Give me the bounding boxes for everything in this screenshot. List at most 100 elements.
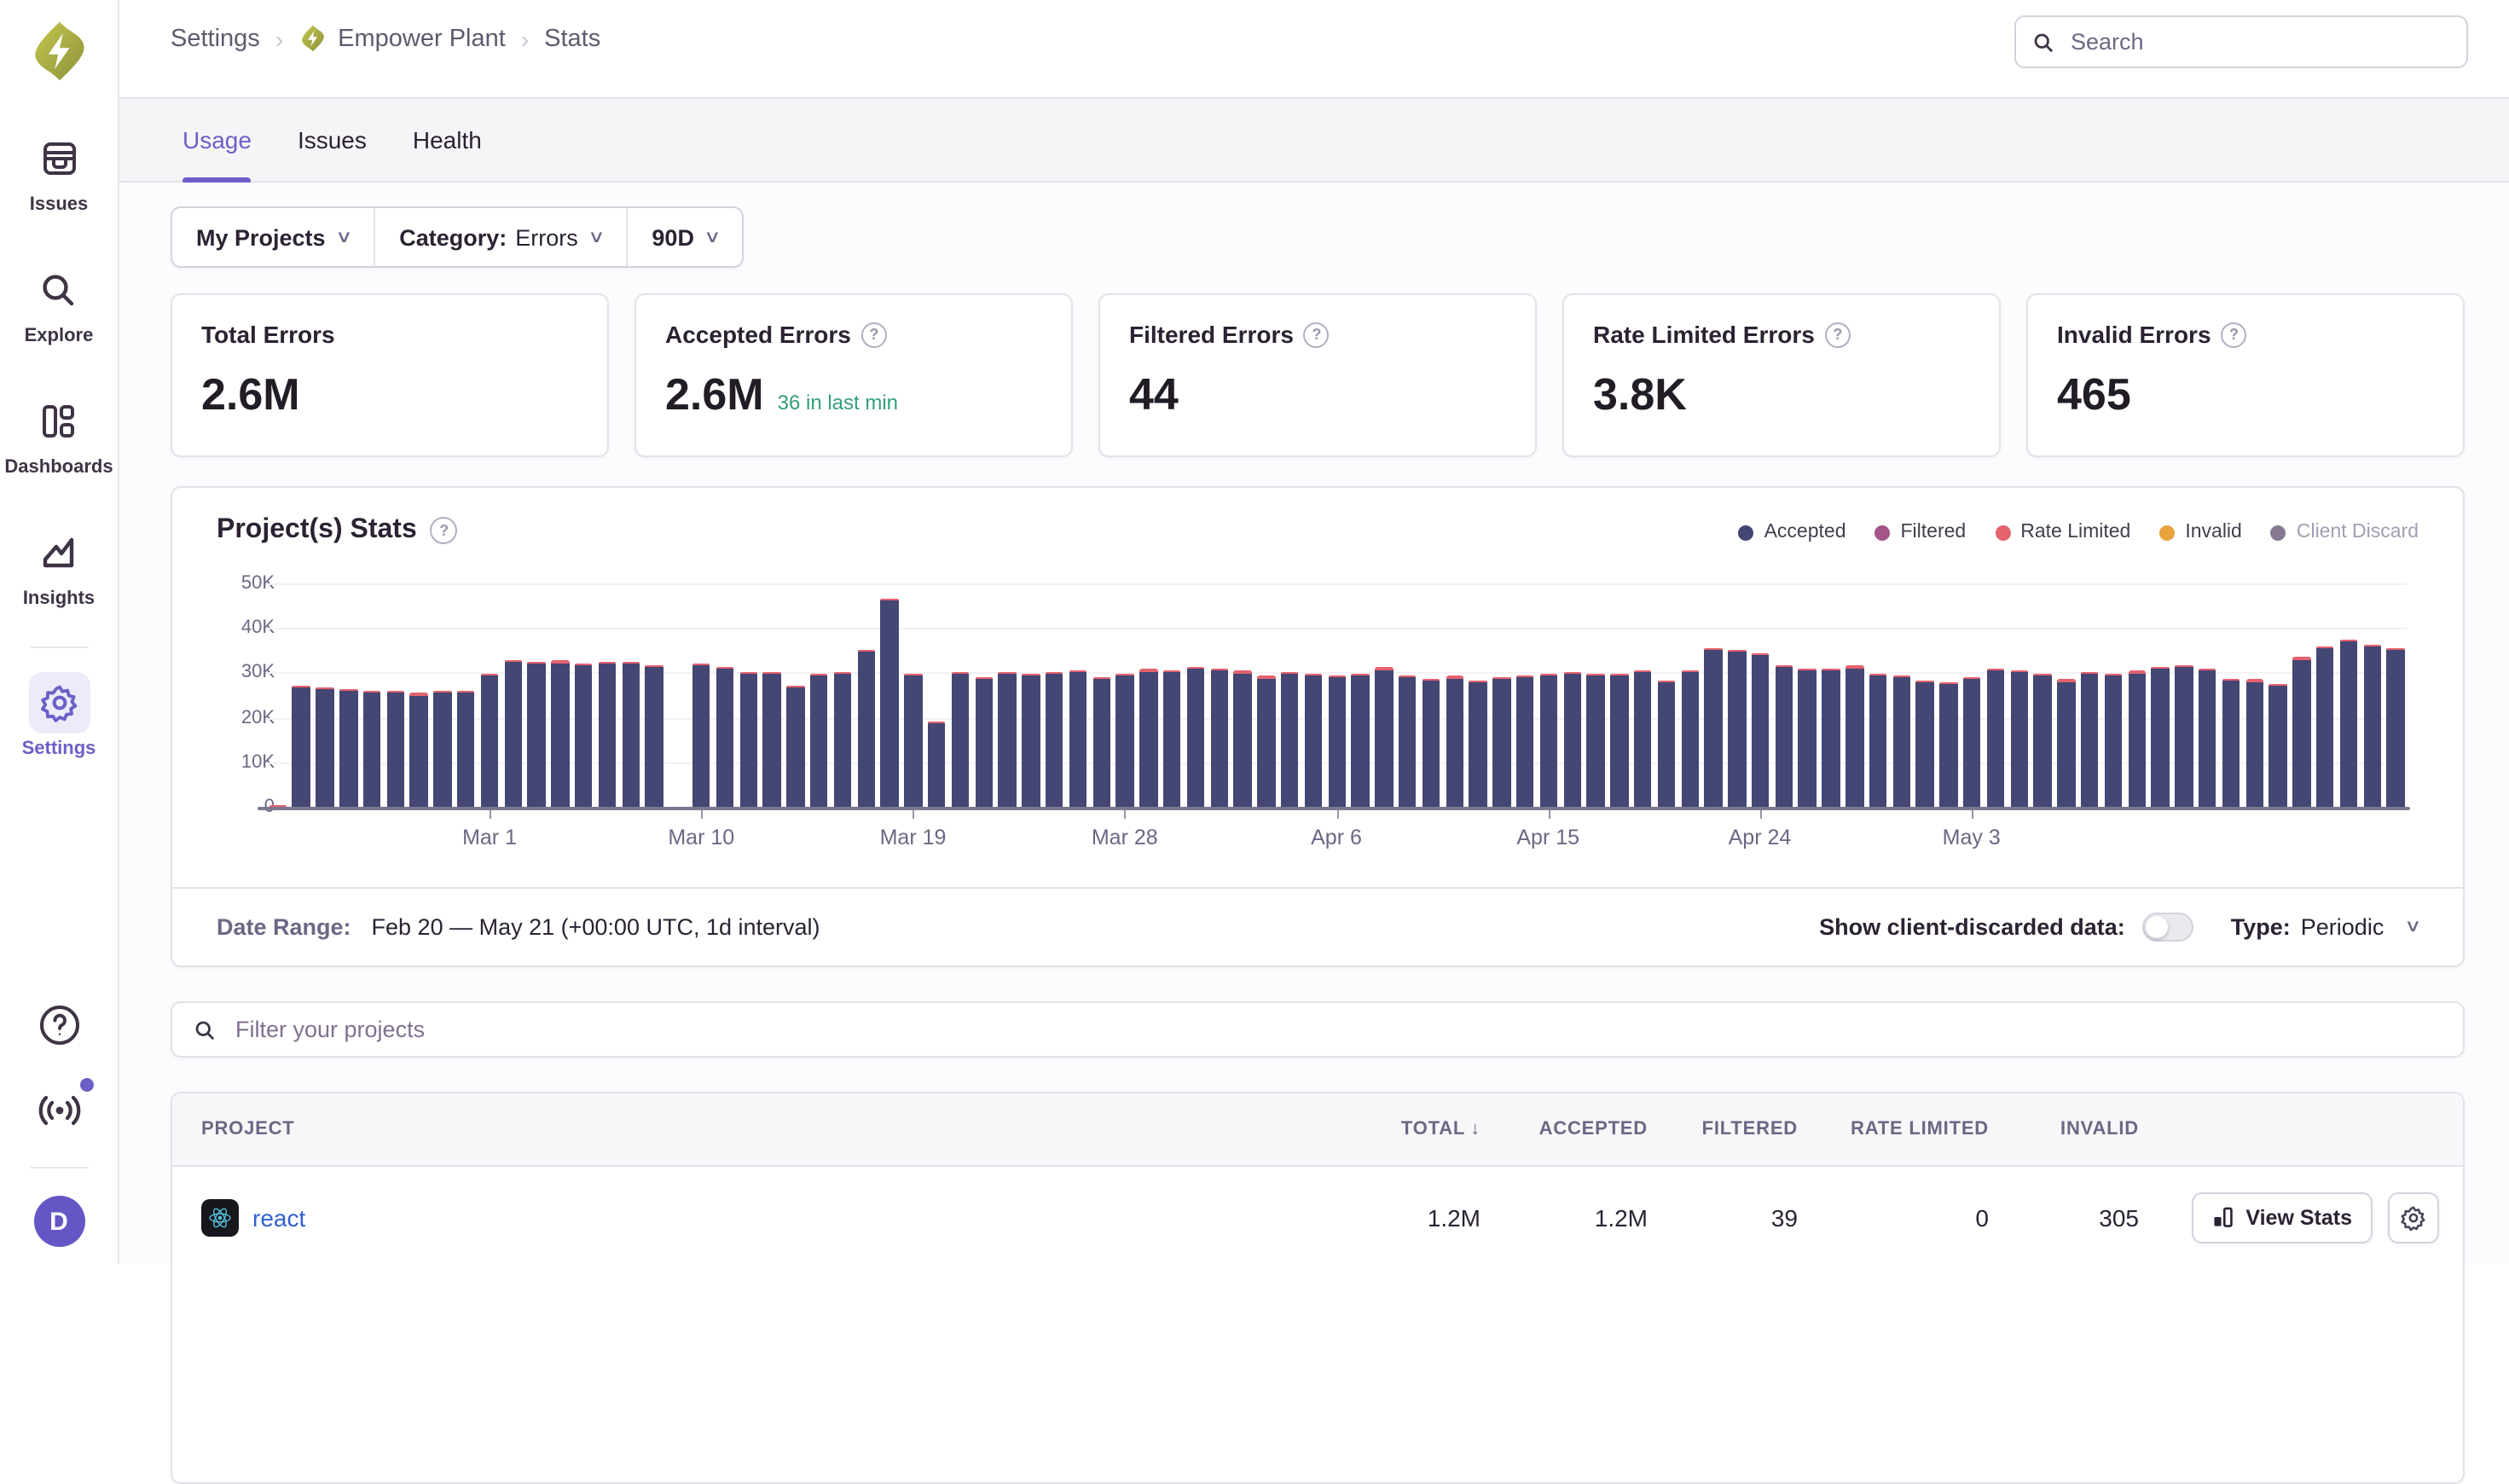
chart-bar[interactable] (1301, 583, 1325, 807)
chart-bar[interactable] (1537, 583, 1561, 807)
header-invalid[interactable]: INVALID (1989, 1119, 2139, 1139)
chart-bar[interactable] (2243, 583, 2267, 807)
chart-bar[interactable] (1937, 583, 1961, 807)
tab-usage[interactable]: Usage (183, 99, 252, 181)
project-link[interactable]: react (252, 1203, 305, 1231)
chart-bar[interactable] (1137, 583, 1161, 807)
legend-accepted[interactable]: Accepted (1739, 522, 1846, 542)
chart-bar[interactable] (1748, 583, 1772, 807)
chart-bar[interactable] (1325, 583, 1349, 807)
chart-bar[interactable] (1208, 583, 1231, 807)
chart-bar[interactable] (525, 583, 549, 807)
period-selector[interactable]: 90D ∨ (626, 208, 742, 266)
chart-bar[interactable] (1161, 583, 1185, 807)
chart-bar[interactable] (1890, 583, 1914, 807)
header-filtered[interactable]: FILTERED (1648, 1119, 1798, 1139)
chart-bar[interactable] (1984, 583, 2008, 807)
chart-bar[interactable] (2125, 583, 2149, 807)
chart-bar[interactable] (2008, 583, 2031, 807)
project-filter-input[interactable] (232, 1015, 2442, 1044)
chart-bar[interactable] (1019, 583, 1043, 807)
chart-bar[interactable] (1513, 583, 1537, 807)
chart-bar[interactable] (455, 583, 478, 807)
chart-bar[interactable] (948, 583, 972, 807)
view-stats-button[interactable]: View Stats (2191, 1191, 2373, 1243)
chart-bar[interactable] (1631, 583, 1654, 807)
chart-bar[interactable] (995, 583, 1019, 807)
legend-rate-limited[interactable]: Rate Limited (1995, 522, 2130, 542)
chart-bar[interactable] (2078, 583, 2102, 807)
chart-bar[interactable] (1231, 583, 1254, 807)
legend-client-discard[interactable]: Client Discard (2271, 522, 2419, 542)
chart-bar[interactable] (643, 583, 667, 807)
chart-bar[interactable] (1843, 583, 1867, 807)
sidebar-item-explore[interactable]: Explore (25, 259, 94, 346)
chart-bar[interactable] (1654, 583, 1678, 807)
help-icon[interactable]: ? (861, 322, 887, 347)
chart-bar[interactable] (1914, 583, 1938, 807)
global-search[interactable] (2014, 15, 2468, 68)
chart-bar[interactable] (1113, 583, 1137, 807)
chart-bar[interactable] (1419, 583, 1443, 807)
chart-bar[interactable] (1066, 583, 1090, 807)
chart-bar[interactable] (1490, 583, 1514, 807)
chart-bar[interactable] (690, 583, 714, 807)
chart-bar[interactable] (1372, 583, 1396, 807)
header-total[interactable]: TOTAL↓ (1276, 1119, 1480, 1139)
chart-bar[interactable] (290, 583, 314, 807)
chart-bar[interactable] (2172, 583, 2196, 807)
chart-bar[interactable] (760, 583, 784, 807)
chart-bar[interactable] (478, 583, 501, 807)
tab-health[interactable]: Health (413, 99, 482, 181)
sidebar-item-dashboards[interactable]: Dashboards (4, 391, 113, 478)
client-discard-toggle[interactable] (2142, 913, 2193, 942)
sidebar-item-issues[interactable]: Issues (28, 128, 90, 215)
chart-bar[interactable] (808, 583, 832, 807)
chart-bar[interactable] (2149, 583, 2173, 807)
chart-bar[interactable] (972, 583, 996, 807)
project-settings-gear-button[interactable] (2388, 1191, 2439, 1243)
help-icon[interactable]: ? (1825, 322, 1851, 347)
chart-bar[interactable] (1866, 583, 1890, 807)
chart-bar[interactable] (337, 583, 361, 807)
chart-bar[interactable] (1348, 583, 1372, 807)
tab-issues[interactable]: Issues (298, 99, 367, 181)
chart-bar[interactable] (548, 583, 572, 807)
chart-bar[interactable] (784, 583, 808, 807)
chart-bar[interactable] (408, 583, 432, 807)
legend-filtered[interactable]: Filtered (1875, 522, 1967, 542)
chart-bar[interactable] (572, 583, 596, 807)
chart-bar[interactable] (2219, 583, 2243, 807)
chart-bar[interactable] (2054, 583, 2078, 807)
chart-bar[interactable] (737, 583, 761, 807)
chart-bar[interactable] (2361, 583, 2384, 807)
chart-bar[interactable] (1184, 583, 1208, 807)
search-input[interactable] (2067, 27, 2451, 56)
chart-bar[interactable] (1701, 583, 1725, 807)
help-button[interactable] (37, 1003, 81, 1047)
chart-bar[interactable] (713, 583, 737, 807)
help-icon[interactable]: ? (1304, 322, 1330, 347)
help-icon[interactable]: ? (2222, 322, 2247, 347)
chart-bar[interactable] (1278, 583, 1302, 807)
type-selector[interactable]: Type: Periodic ∨ (2231, 914, 2419, 940)
chart-bar[interactable] (595, 583, 619, 807)
chart-bar[interactable] (1584, 583, 1608, 807)
chart-bar[interactable] (2031, 583, 2055, 807)
breadcrumb-settings[interactable]: Settings (171, 25, 260, 52)
header-accepted[interactable]: ACCEPTED (1480, 1119, 1648, 1139)
user-avatar[interactable]: D (33, 1196, 84, 1247)
chart-bar[interactable] (901, 583, 925, 807)
chart-bar[interactable] (1443, 583, 1467, 807)
chart-bar[interactable] (1254, 583, 1278, 807)
chart-bar[interactable] (2337, 583, 2361, 807)
chart-bar[interactable] (925, 583, 949, 807)
chart-bar[interactable] (2196, 583, 2220, 807)
chart-bar[interactable] (2314, 583, 2338, 807)
chart-bar[interactable] (2384, 583, 2408, 807)
chart-bar[interactable] (1561, 583, 1585, 807)
category-selector[interactable]: Category: Errors ∨ (374, 208, 626, 266)
breadcrumb-org[interactable]: Empower Plant (298, 24, 506, 53)
header-project[interactable]: PROJECT (172, 1119, 1276, 1139)
chart-bar[interactable] (1608, 583, 1631, 807)
